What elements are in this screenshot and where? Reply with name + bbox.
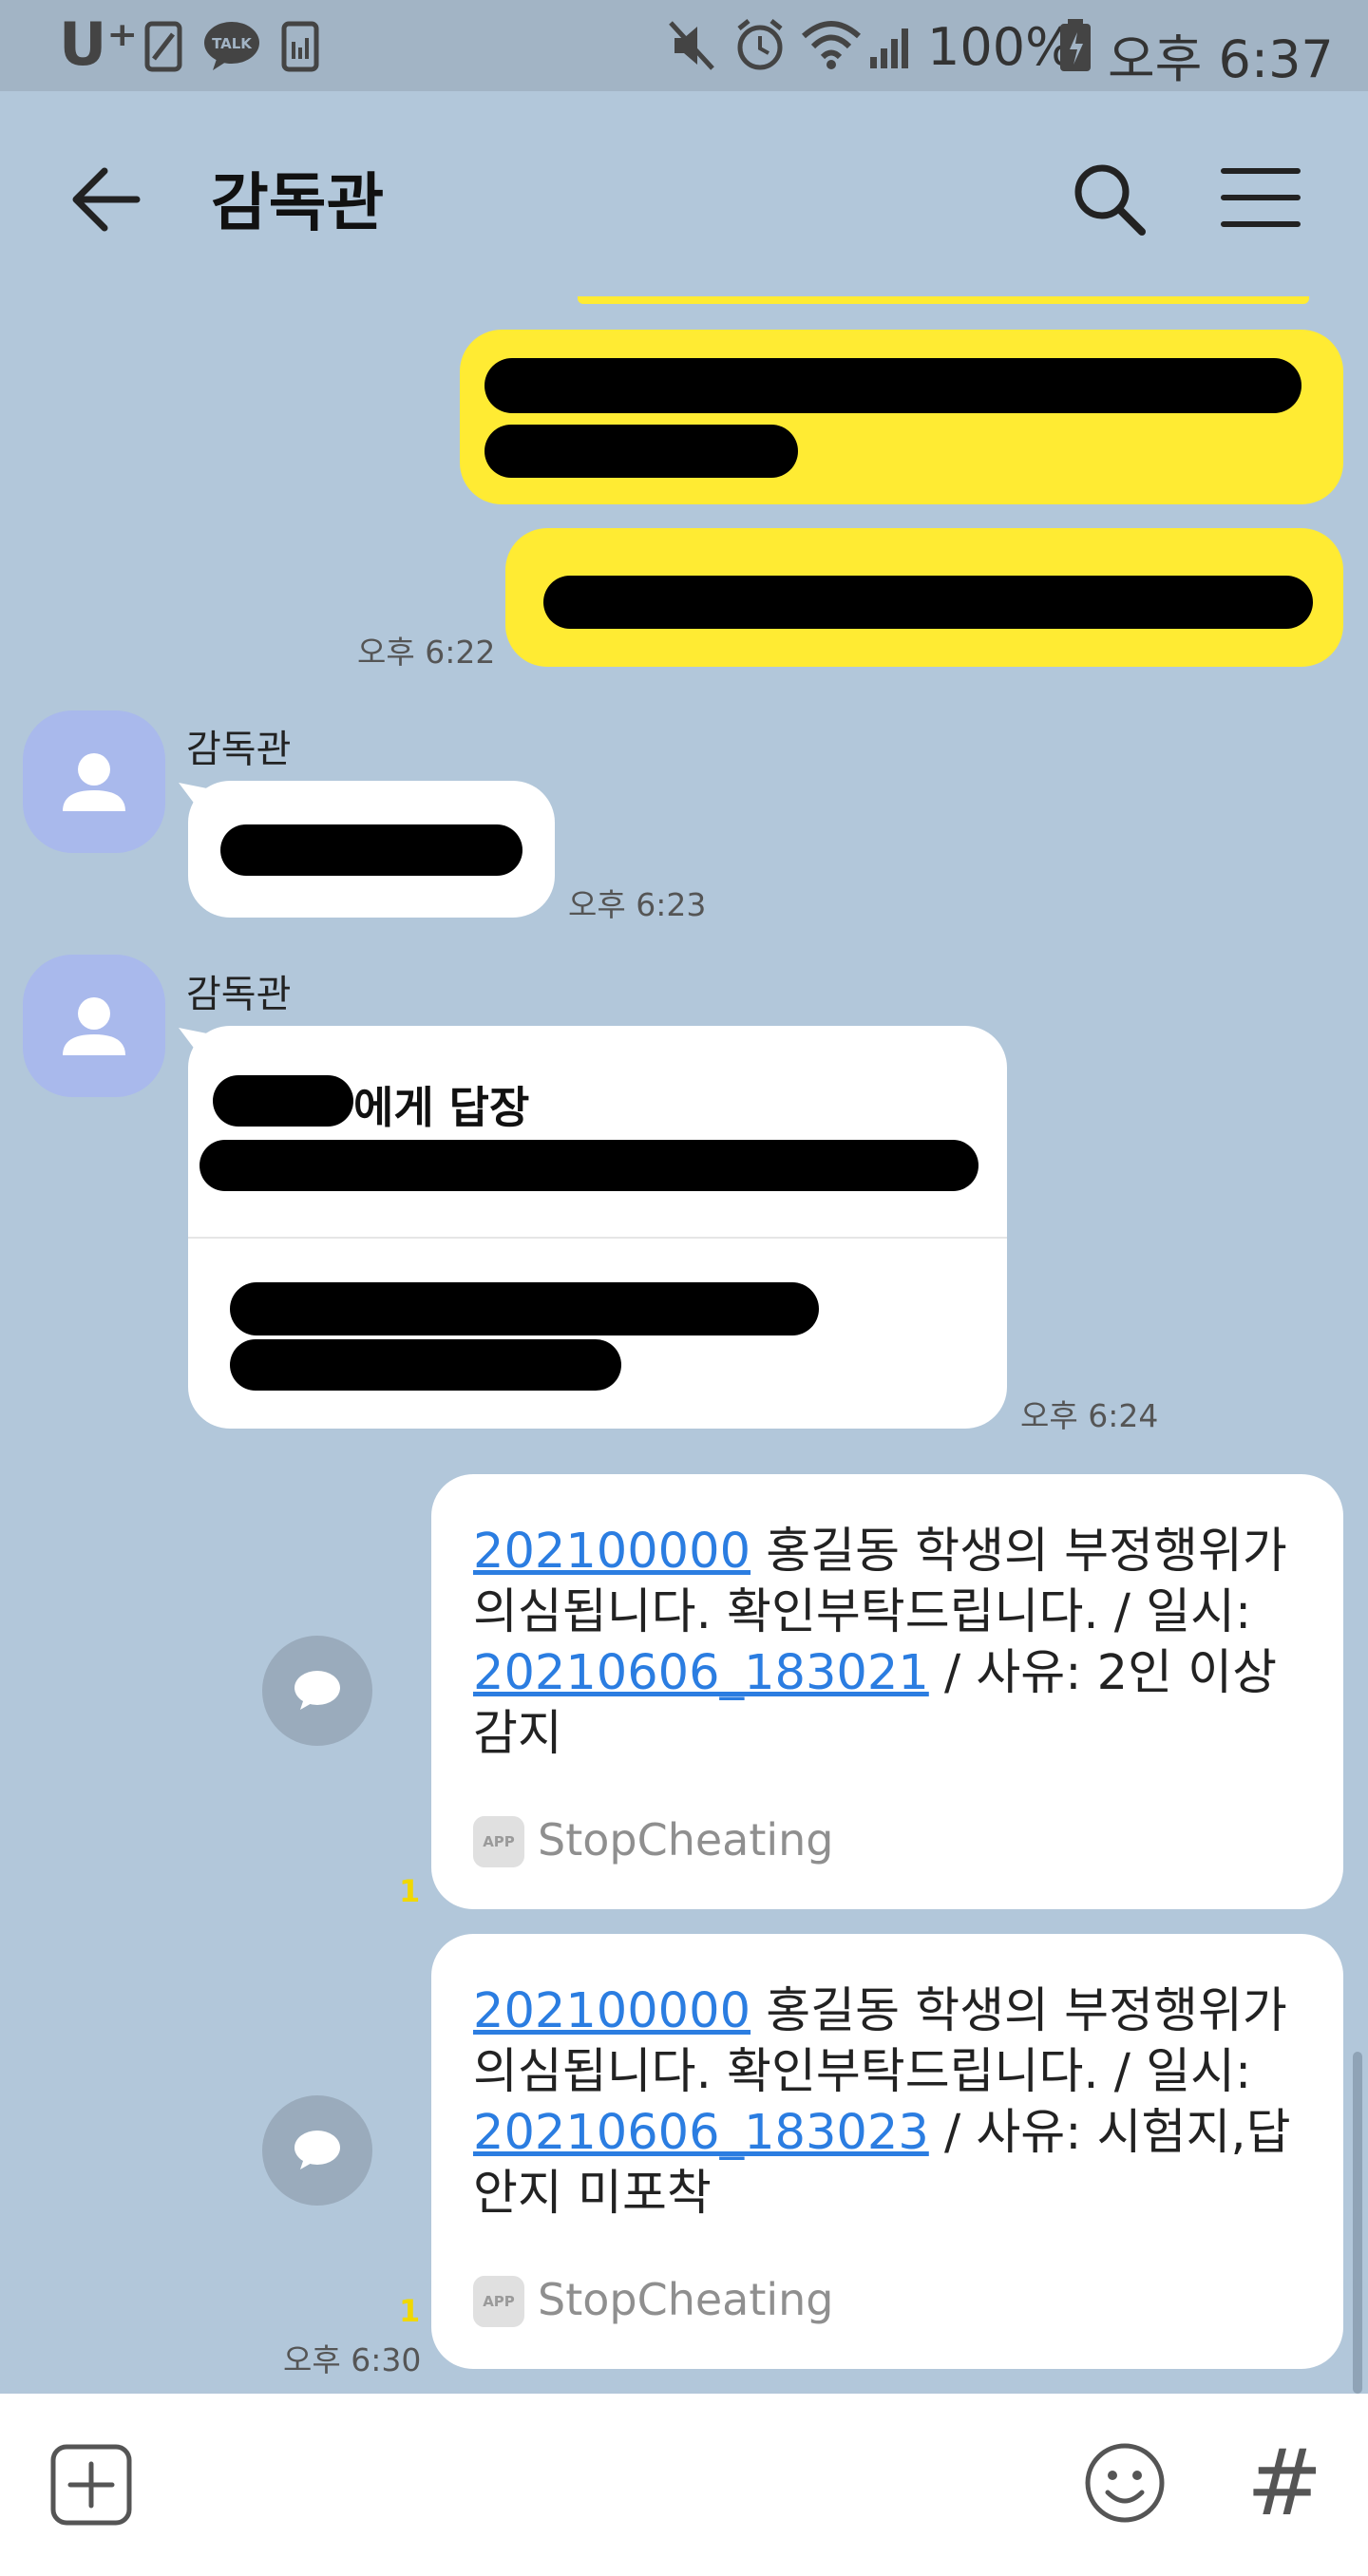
share-chat-icon — [294, 1671, 340, 1710]
share-button[interactable] — [262, 1636, 372, 1746]
received-message-bubble[interactable] — [188, 781, 555, 918]
reply-message-bubble[interactable]: 에게 답장 — [188, 1026, 1007, 1429]
sender-name: 감독관 — [186, 973, 292, 1016]
hashtag-button[interactable]: # — [1246, 2430, 1322, 2536]
app-icon: APP — [473, 2276, 524, 2327]
message-input[interactable] — [171, 2432, 1045, 2538]
timestamp-link[interactable]: 20210606_183023 — [473, 2105, 929, 2161]
sent-message-bubble[interactable] — [505, 528, 1343, 667]
app-name[interactable]: StopCheating — [538, 2274, 834, 2325]
kakaotalk-notification-icon: TALK — [204, 22, 259, 70]
scrollbar[interactable] — [1353, 2052, 1362, 2394]
chat-header — [0, 91, 1368, 281]
phone-notification-icon — [144, 21, 182, 72]
reply-header: 에게 답장 — [353, 1082, 530, 1133]
unread-count: 1 — [399, 2293, 421, 2329]
clock: 오후 6:37 — [1108, 29, 1334, 89]
message-text: 202100000 홍길동 학생의 부정행위가 의심됩니다. 확인부탁드립니다.… — [473, 1981, 1309, 2225]
redacted-quote — [200, 1140, 978, 1191]
share-button[interactable] — [262, 2095, 372, 2206]
message-time: 오후 6:24 — [1020, 1397, 1159, 1434]
signal-icon — [870, 28, 908, 68]
mute-icon — [669, 21, 714, 70]
message-text: 202100000 홍길동 학생의 부정행위가 의심됩니다. 확인부탁드립니다.… — [473, 1522, 1309, 1765]
reply-divider — [188, 1237, 1007, 1239]
avatar[interactable] — [23, 710, 165, 853]
svg-text:TALK: TALK — [212, 35, 253, 52]
redacted-text — [484, 358, 1302, 413]
carrier-label: U⁺ — [59, 9, 139, 79]
wifi-icon — [801, 21, 862, 69]
message-bubble-partial — [578, 296, 1309, 304]
menu-icon[interactable] — [1220, 163, 1302, 232]
message-time: 오후 6:30 — [283, 2341, 422, 2378]
battery-icon — [1060, 19, 1091, 71]
plus-box-icon[interactable] — [49, 2443, 133, 2527]
device-notification-icon — [281, 21, 319, 72]
redacted-text — [230, 1339, 621, 1391]
default-profile-icon — [63, 753, 125, 811]
unread-count: 1 — [399, 1873, 421, 1909]
timestamp-link[interactable]: 20210606_183021 — [473, 1645, 929, 1701]
sent-message-bubble[interactable] — [460, 330, 1343, 504]
app-message-card[interactable]: 202100000 홍길동 학생의 부정행위가 의심됩니다. 확인부탁드립니다.… — [431, 1474, 1343, 1909]
redacted-name — [213, 1075, 353, 1127]
redacted-text — [230, 1282, 819, 1335]
search-icon[interactable] — [1072, 161, 1148, 237]
alarm-icon — [737, 19, 783, 70]
chat-title: 감독관 — [211, 166, 385, 239]
student-id-link[interactable]: 202100000 — [473, 1983, 750, 2039]
message-time: 오후 6:22 — [357, 634, 496, 671]
status-bar: U⁺ TALK 100% 오후 6:37 — [0, 0, 1368, 91]
redacted-text — [220, 824, 522, 876]
default-profile-icon — [63, 997, 125, 1055]
app-icon: APP — [473, 1816, 524, 1867]
avatar[interactable] — [23, 955, 165, 1097]
message-time: 오후 6:23 — [568, 886, 707, 923]
redacted-text — [543, 576, 1313, 629]
student-id-link[interactable]: 202100000 — [473, 1524, 750, 1580]
emoji-icon[interactable] — [1083, 2441, 1167, 2525]
redacted-text — [484, 425, 798, 478]
sender-name: 감독관 — [186, 728, 292, 771]
back-arrow-icon[interactable] — [70, 163, 142, 236]
app-name[interactable]: StopCheating — [538, 1814, 834, 1866]
app-message-card[interactable]: 202100000 홍길동 학생의 부정행위가 의심됩니다. 확인부탁드립니다.… — [431, 1934, 1343, 2369]
battery-percent: 100% — [927, 17, 1074, 77]
share-chat-icon — [294, 2131, 340, 2169]
